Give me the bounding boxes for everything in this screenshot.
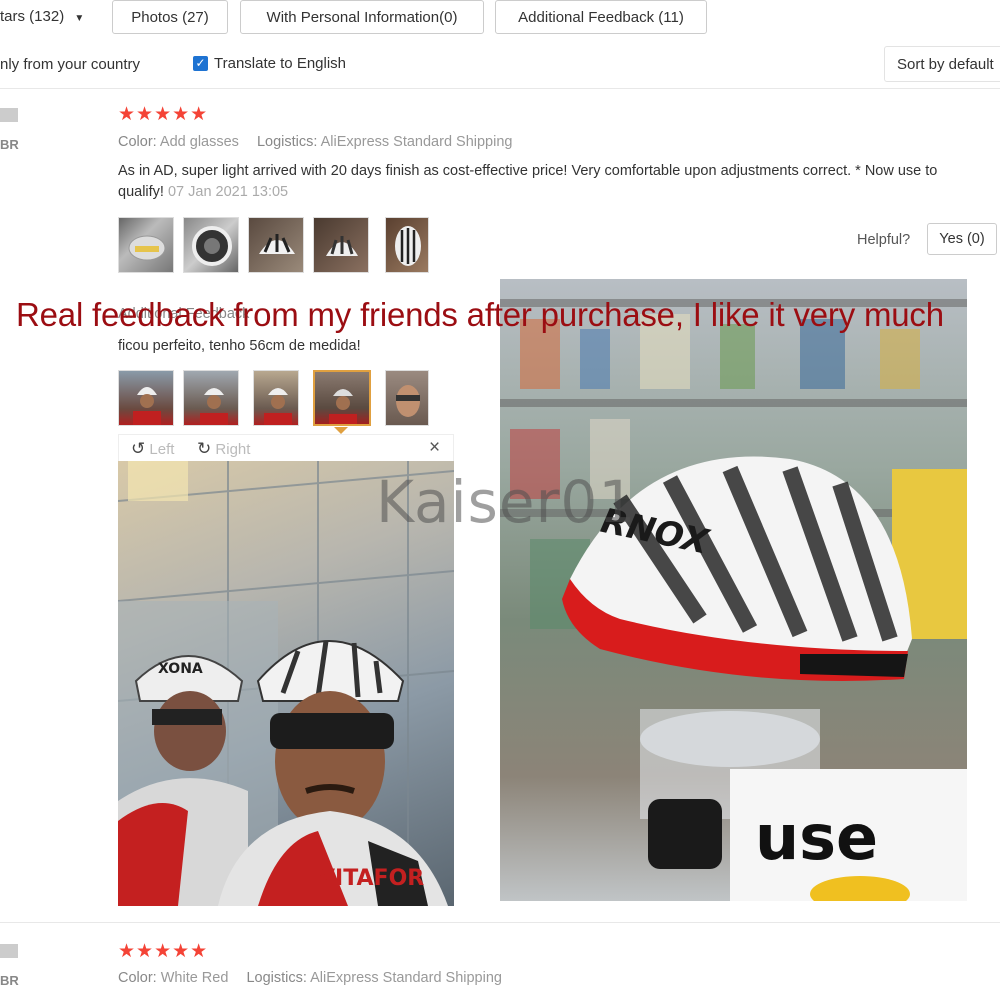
store-sign-text: use (755, 801, 878, 874)
reviewer-name: BR (0, 973, 19, 988)
reviewer-name: BR (0, 137, 19, 152)
avatar (0, 944, 18, 958)
personal-info-filter-button[interactable]: With Personal Information(0) (240, 0, 484, 34)
review-meta: Color: White Red Logistics: AliExpress S… (118, 970, 502, 986)
additional-feedback-filter-button[interactable]: Additional Feedback (11) (495, 0, 707, 34)
sort-select[interactable]: Sort by default (884, 46, 1000, 82)
product-photo: RNOX use (500, 279, 967, 901)
selected-indicator-icon (334, 427, 348, 434)
star-rating: ★★★★★ (118, 941, 209, 962)
divider (0, 88, 1000, 89)
color-value: White Red (160, 970, 229, 986)
translate-label: Translate to English (214, 55, 347, 72)
logistics-value: AliExpress Standard Shipping (310, 970, 502, 986)
rotate-left-icon: ↺ (131, 439, 146, 458)
helmet-photo-icon (395, 226, 421, 266)
translate-option[interactable]: ✓ Translate to English (193, 55, 346, 72)
sort-select-label: Sort by default (897, 56, 994, 73)
stars-filter[interactable]: tars (132) ▼ (0, 8, 84, 25)
only-country-option[interactable]: nly from your country (0, 56, 140, 73)
helmet-photo-icon (259, 234, 295, 254)
close-icon[interactable]: × (429, 437, 440, 459)
star-rating: ★★★★★ (118, 104, 209, 125)
rider-photo-icon (264, 388, 292, 425)
review-date: 07 Jan 2021 13:05 (167, 184, 289, 200)
logistics-value: AliExpress Standard Shipping (320, 134, 513, 150)
overlay-caption: Real feedback from my friends after purc… (16, 296, 944, 333)
review-photo-thumbnail[interactable] (385, 217, 429, 273)
chevron-down-icon: ▼ (74, 13, 85, 24)
logistics-key: Logistics: (246, 970, 307, 986)
stars-filter-label: tars (132) (0, 8, 65, 25)
rotate-right-label: Right (215, 441, 251, 458)
additional-photo-thumbnail[interactable] (253, 370, 299, 426)
rotate-right-button[interactable]: ↻ Right (197, 439, 250, 459)
rotate-left-label: Left (149, 441, 175, 458)
color-key: Color: (118, 134, 157, 150)
additional-feedback-text: ficou perfeito, tenho 56cm de medida! (118, 338, 361, 354)
translate-checkbox[interactable]: ✓ (193, 56, 208, 71)
avatar (0, 108, 18, 122)
helmet-illustration: RNOX use (500, 299, 967, 901)
additional-photo-thumbnail-selected[interactable] (313, 370, 371, 426)
review-photo-thumbnail[interactable] (313, 217, 369, 273)
helpful-yes-button[interactable]: Yes (0) (927, 223, 997, 255)
review-photo-thumbnail[interactable] (118, 217, 174, 273)
rotate-right-icon: ↻ (197, 439, 212, 458)
color-value: Add glasses (159, 134, 239, 150)
additional-photo-thumbnail[interactable] (183, 370, 239, 426)
photos-filter-button[interactable]: Photos (27) (112, 0, 228, 34)
review-photo-thumbnail[interactable] (248, 217, 304, 273)
review-photo-thumbnail[interactable] (183, 217, 239, 273)
rider-photo-icon (329, 389, 357, 424)
review-meta: Color: Add glasses Logistics: AliExpress… (118, 134, 512, 150)
only-country-label: nly from your country (0, 56, 141, 73)
jersey-text: VITAFOR (318, 866, 424, 891)
helpful-yes-label: Yes (0) (939, 231, 985, 247)
helmet-photo-icon (128, 235, 166, 261)
review-text-block: As in AD, super light arrived with 20 da… (118, 161, 968, 203)
helpful-label: Helpful? (857, 232, 911, 248)
helmet-photo-icon (326, 236, 358, 256)
rider-photo-icon (200, 388, 228, 425)
additional-photo-thumbnail[interactable] (118, 370, 174, 426)
divider (0, 922, 1000, 923)
rider-photo-icon (133, 387, 161, 425)
watermark: Kaiser01 (376, 468, 637, 536)
face-photo-icon (396, 385, 420, 417)
color-key: Color: (118, 970, 157, 986)
photo-viewer-toolbar: ↺ Left ↻ Right × (118, 434, 454, 462)
rotate-left-button[interactable]: ↺ Left (131, 439, 174, 459)
additional-photo-thumbnail[interactable] (385, 370, 429, 426)
logistics-key: Logistics: (256, 134, 318, 150)
helmet-photo-icon (192, 226, 232, 266)
side-helmet-logo: XONA (158, 661, 203, 677)
